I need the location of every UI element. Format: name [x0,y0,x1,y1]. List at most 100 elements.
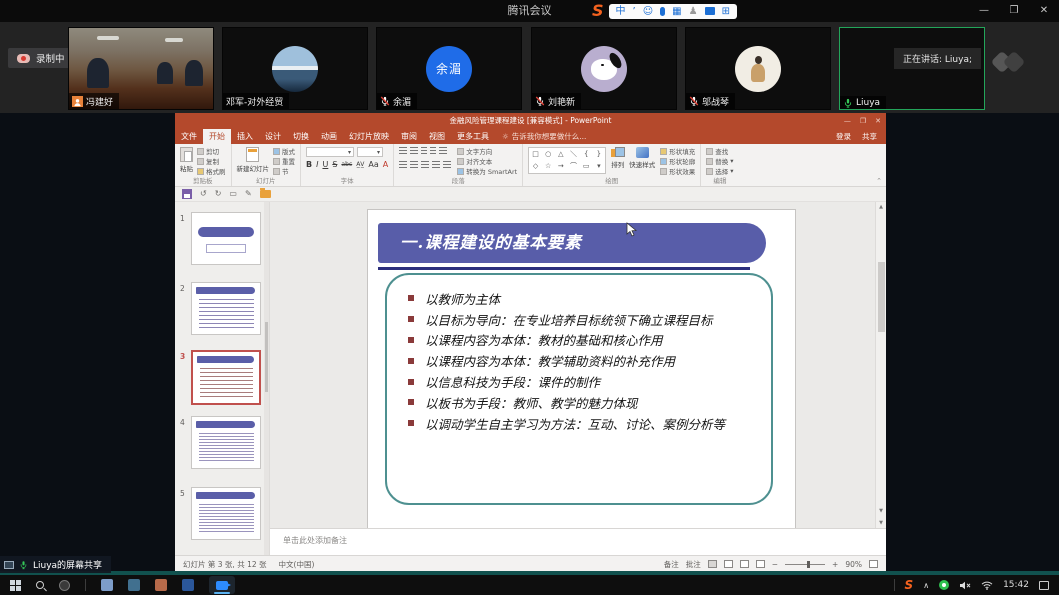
cut-button[interactable]: 剪切 [197,147,226,155]
format-painter-button[interactable]: 格式刷 [197,167,226,175]
tab-insert[interactable]: 插入 [231,129,259,144]
text-direction-button[interactable]: 文字方向 [457,147,517,155]
font-name-select[interactable]: ▾ [306,147,354,157]
collapse-ribbon-icon[interactable]: ⌃ [876,177,882,185]
slide-scrollbar[interactable]: ▲▼▼ [875,202,886,528]
tell-me-box[interactable]: ☼ 告诉我你想要做什么... [495,129,593,144]
sign-in-button[interactable]: 登录 [836,129,851,144]
tab-animations[interactable]: 动画 [315,129,343,144]
tray-expand-icon[interactable]: ∧ [923,581,929,590]
zoom-out-button[interactable]: − [772,560,778,569]
tab-file[interactable]: 文件 [175,129,203,144]
touch-mode-icon[interactable]: ✎ [245,189,252,199]
underline-button[interactable]: U [322,160,328,169]
emoji-icon[interactable]: ☺ [643,4,653,19]
taskbar-meeting-app-active[interactable] [209,576,235,594]
reset-button[interactable]: 重置 [273,157,295,165]
minimize-button[interactable]: — [969,0,999,22]
shape-outline-button[interactable]: 形状轮廓 [660,157,695,165]
fit-to-window-icon[interactable] [869,560,878,568]
font-size-select[interactable]: ▾ [357,147,383,157]
section-button[interactable]: 节 [273,167,295,175]
volume-muted-icon[interactable] [959,581,971,590]
zoom-in-button[interactable]: + [832,560,838,569]
find-button[interactable]: 查找 [706,147,733,155]
video-tile[interactable]: 邬战琴 [685,27,831,110]
slide-sorter-view-icon[interactable] [724,560,733,568]
slide-thumbnail-1[interactable] [191,212,261,265]
italic-button[interactable]: I [316,160,318,169]
paste-button[interactable]: 粘贴 [180,147,193,177]
notes-pane[interactable]: 单击此处添加备注 [270,528,886,555]
zoom-slider[interactable] [785,564,825,565]
slide-canvas[interactable]: 一.课程建设的基本要素 以教师为主体 以目标为导向：在专业培养目标统领下确立课程… [368,210,795,528]
layout-button[interactable]: 版式 [273,147,295,155]
slide-thumbnail-5[interactable] [191,487,261,540]
new-slide-button[interactable]: 新建幻灯片 [237,147,270,177]
toolbox-icon[interactable]: ⊞ [722,4,730,19]
sogou-logo-icon[interactable]: S [592,2,604,20]
copy-button[interactable]: 复制 [197,157,226,165]
open-folder-icon[interactable] [260,190,271,198]
voice-input-icon[interactable] [660,7,665,16]
slideshow-view-icon[interactable] [756,560,765,568]
slide-thumbnail-3-selected[interactable] [191,350,261,405]
numbering-button[interactable] [410,147,418,155]
video-tile-active-speaker[interactable]: 正在讲话: Liuya; Liuya [839,27,985,110]
reading-view-icon[interactable] [740,560,749,568]
quick-styles-button[interactable]: 快速样式 [629,147,655,177]
taskbar-widgets-icon[interactable] [59,580,70,591]
ppt-close-button[interactable]: ✕ [875,113,881,129]
account-icon[interactable]: ♟ [689,4,698,19]
comments-toggle[interactable]: 批注 [686,559,701,570]
redo-icon[interactable]: ↻ [215,189,222,199]
columns-button[interactable] [443,161,451,169]
clock[interactable]: 15:42 [1003,580,1029,590]
align-center-button[interactable] [410,161,418,169]
video-tile[interactable]: 刘艳新 [531,27,677,110]
taskbar-app-1[interactable] [101,579,113,591]
share-button[interactable]: 共享 [862,129,877,144]
clear-format-button[interactable]: abc [341,161,352,168]
normal-view-icon[interactable] [708,560,717,568]
notes-toggle[interactable]: 备注 [664,559,679,570]
tab-view[interactable]: 视图 [423,129,451,144]
tab-review[interactable]: 审阅 [395,129,423,144]
shape-fill-button[interactable]: 形状填充 [660,147,695,155]
antivirus-tray-icon[interactable] [939,580,949,590]
start-button[interactable] [10,580,21,591]
shapes-gallery[interactable]: □○△＼{} ◇☆→⌒▭▾ [528,147,606,174]
change-case-button[interactable]: Aa [368,160,378,169]
ppt-titlebar[interactable]: 金融风险管理课程建设 [兼容模式] - PowerPoint — ❐ ✕ [175,113,886,129]
taskbar-search-icon[interactable] [36,581,44,589]
ime-mode-chinese[interactable]: 中 [616,4,626,19]
shape-effects-button[interactable]: 形状效果 [660,167,695,175]
replace-button[interactable]: 替换 ▾ [706,157,733,165]
notification-center-icon[interactable] [1039,581,1049,590]
language-indicator[interactable]: 中文(中国) [279,559,315,570]
video-tile[interactable]: 邓军-对外经贸 [222,27,368,110]
sogou-tray-icon[interactable]: S [905,578,914,592]
ppt-minimize-button[interactable]: — [844,113,851,129]
tab-more-tools[interactable]: 更多工具 [451,129,495,144]
smartart-button[interactable]: 转换为 SmartArt [457,167,517,175]
wifi-icon[interactable] [981,581,993,590]
taskbar-app-3[interactable] [155,579,167,591]
panel-scrollbar[interactable] [264,202,269,555]
align-right-button[interactable] [421,161,429,169]
maximize-button[interactable]: ❐ [999,0,1029,22]
taskbar-app-2[interactable] [128,579,140,591]
undo-icon[interactable]: ↺ [200,189,207,199]
screen-share-pill[interactable]: Liuya的屏幕共享 [0,556,111,573]
skin-icon[interactable] [705,7,715,15]
slide-thumbnail-4[interactable] [191,416,261,469]
soft-keyboard-icon[interactable]: ▦ [672,4,681,19]
tab-home[interactable]: 开始 [203,129,231,144]
taskbar-app-4[interactable] [182,579,194,591]
bold-button[interactable]: B [306,160,312,169]
bullets-button[interactable] [399,147,407,155]
select-button[interactable]: 选择 ▾ [706,167,733,175]
decrease-indent-button[interactable] [421,147,427,155]
line-spacing-button[interactable] [439,147,447,155]
ime-punctuation-icon[interactable]: ’ [633,4,636,19]
